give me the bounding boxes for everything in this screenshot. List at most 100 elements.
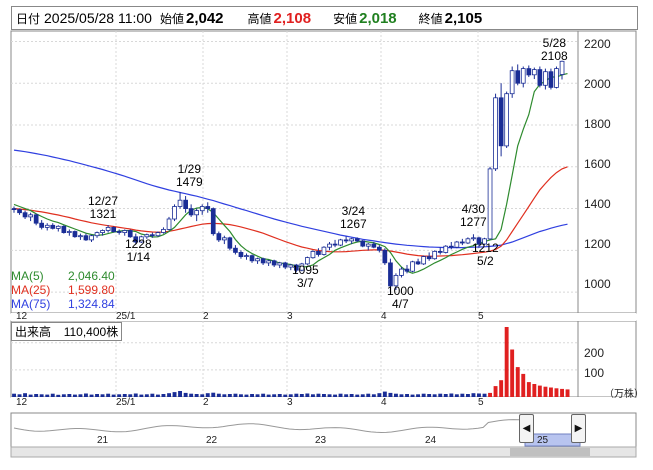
volume-bar: [233, 393, 238, 397]
volume-bar: [239, 394, 243, 397]
volume-bar: [144, 394, 149, 397]
annotation-date: 4/7: [392, 297, 409, 311]
candle-body: [227, 237, 233, 249]
volume-bar: [294, 393, 299, 397]
annotation-high-5-28: 5/28 2108: [541, 37, 568, 63]
open-value: 2,042: [185, 10, 224, 27]
candle-body: [94, 232, 100, 237]
candle-body: [343, 239, 349, 242]
candle-body: [105, 226, 111, 231]
navigator-handle-left[interactable]: ◀: [519, 414, 534, 443]
volume-bar: [34, 394, 39, 397]
close-label: 終値: [418, 12, 443, 26]
candle-body: [67, 231, 72, 233]
candle-body: [61, 225, 67, 234]
candle-body: [321, 246, 327, 255]
candle-body: [554, 68, 559, 88]
volume-bar: [161, 394, 166, 397]
candle-body: [233, 247, 238, 253]
candle-body: [520, 68, 526, 84]
price-x-axis: [11, 313, 636, 321]
candle-body: [199, 206, 205, 212]
volume-bar: [299, 394, 304, 397]
volume-value: 110,400株: [63, 325, 119, 339]
volume-bar: [244, 394, 249, 397]
candle-body: [100, 230, 105, 233]
candle-body: [127, 230, 133, 238]
candle-body: [365, 243, 371, 247]
volume-bar: [466, 394, 470, 397]
navigator-scroll-thumb[interactable]: [510, 448, 590, 456]
navigator-handle-right[interactable]: ▶: [571, 414, 586, 443]
annotation-high-4-30: 4/30 1277: [460, 203, 487, 229]
volume-bar: [537, 385, 542, 397]
candle-body: [515, 70, 521, 84]
annotation-high-3-24: 3/24 1267: [340, 205, 367, 231]
volume-x-label: 4: [381, 397, 387, 408]
navigator-year-label: 21: [97, 435, 109, 446]
volume-bar: [416, 394, 420, 397]
annotation-low-4-7: 1000 4/7: [387, 285, 414, 311]
candle-body: [316, 250, 321, 255]
volume-bar: [449, 393, 454, 397]
volume-bar: [255, 394, 260, 397]
volume-bar: [277, 394, 282, 397]
x-label: 3: [287, 311, 293, 322]
volume-title: 出来高: [15, 325, 52, 339]
volume-bar: [89, 394, 94, 397]
low-label: 安値: [333, 12, 358, 26]
legend-ma75-value: 1,324.84: [68, 297, 115, 311]
candle-body: [255, 258, 260, 262]
candle-body: [559, 60, 565, 75]
volume-bar: [272, 394, 277, 397]
x-label: 5: [478, 311, 484, 322]
volume-bar: [438, 393, 443, 397]
annotation-price: 1479: [176, 175, 203, 189]
candle-body: [376, 246, 382, 251]
volume-bar: [261, 393, 266, 397]
price-tick: 1600: [584, 157, 611, 171]
annotation-date: 5/2: [477, 254, 494, 268]
low-value: 2,018: [359, 10, 397, 27]
volume-bar: [460, 393, 465, 397]
x-label: 2: [203, 311, 209, 322]
annotation-date: 1/14: [126, 250, 151, 264]
annotation-date: 3/7: [297, 276, 314, 290]
candle-body: [210, 208, 216, 235]
candle-body: [28, 214, 34, 218]
volume-bar: [521, 373, 526, 397]
candle-body: [443, 245, 449, 253]
volume-bar: [100, 394, 105, 397]
legend-ma5-value: 2,046.40: [68, 269, 115, 283]
volume-caption: 出来高 110,400株: [11, 322, 123, 341]
candle-body: [39, 222, 45, 228]
candle-body: [388, 262, 393, 287]
candle-body: [282, 262, 288, 268]
volume-bar: [50, 393, 55, 397]
candle-body: [498, 97, 504, 147]
candle-body: [371, 243, 377, 248]
annotation-high-1-29: 1/29 1479: [176, 163, 203, 189]
candle-body: [266, 260, 272, 264]
candle-body: [354, 238, 360, 242]
candle-body: [327, 243, 332, 248]
navigator-year-label: 24: [425, 435, 437, 446]
candle-body: [504, 93, 510, 147]
candle-body: [459, 241, 465, 244]
candle-body: [50, 224, 56, 229]
candle-body: [332, 243, 338, 246]
volume-bar: [410, 394, 415, 397]
candle-body: [72, 231, 78, 238]
candle-body: [271, 260, 277, 266]
volume-bar: [499, 380, 504, 397]
high-label: 高値: [247, 12, 272, 26]
volume-bar: [222, 394, 227, 397]
close-value: 2,105: [444, 10, 483, 27]
volume-bar: [344, 394, 349, 397]
candle-body: [448, 245, 454, 248]
candle-body: [532, 69, 537, 76]
candle-body: [432, 250, 438, 260]
candle-body: [89, 235, 94, 241]
candle-body: [493, 97, 498, 170]
candle-body: [249, 255, 255, 262]
